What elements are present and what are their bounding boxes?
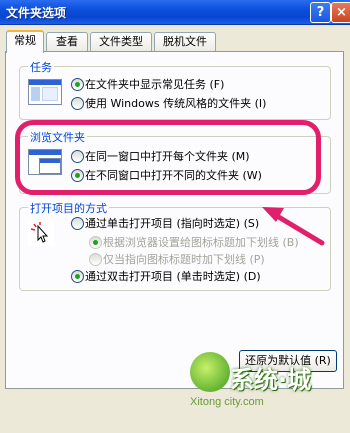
classic-folders-radio[interactable] (71, 97, 84, 110)
help-button[interactable]: ? (310, 2, 331, 23)
window-title: 文件夹选项 (6, 6, 67, 20)
tab-file-types[interactable]: 文件类型 (90, 32, 152, 51)
pointer-click-icon (28, 220, 54, 246)
single-click-label[interactable]: 通过单击打开项目 (指向时选定) (S) (85, 215, 259, 231)
annotation-highlight (15, 120, 321, 195)
tasks-group-title: 任务 (28, 59, 54, 75)
tab-general[interactable]: 常规 (6, 30, 44, 53)
underline-browser-label: 根据浏览器设置给图标标题加下划线 (B) (103, 236, 299, 249)
click-items-group: 打开项目的方式 通过单击打开项目 (指向时选定) (S) 根据浏览器设置给图标标… (19, 200, 331, 291)
watermark-url: Xitong city.com (190, 396, 264, 408)
underline-browser-radio (89, 236, 102, 249)
tab-view[interactable]: 查看 (46, 32, 88, 51)
tasks-group: 任务 在文件夹中显示常见任务 (F) 使用 Windows 传统风格的文件夹 (… (19, 59, 331, 120)
tab-panel-general: 任务 在文件夹中显示常见任务 (F) 使用 Windows 传统风格的文件夹 (… (5, 51, 344, 389)
underline-point-label: 仅当指向图标标题时加下划线 (P) (103, 253, 265, 266)
double-click-radio[interactable] (71, 270, 84, 283)
classic-folders-label[interactable]: 使用 Windows 传统风格的文件夹 (I) (85, 95, 266, 111)
show-common-tasks-radio[interactable] (71, 78, 84, 91)
watermark-text: 系统·城 (230, 366, 312, 394)
close-button[interactable]: × (331, 2, 350, 23)
title-bar: 文件夹选项 ? × (0, 0, 350, 25)
watermark: 系统·城 Xitong city.com (190, 352, 350, 433)
underline-point-radio (89, 253, 102, 266)
single-click-radio[interactable] (71, 217, 84, 230)
double-click-label[interactable]: 通过双击打开项目 (单击时选定) (D) (85, 268, 261, 284)
click-items-group-title: 打开项目的方式 (28, 200, 109, 216)
tab-offline-files[interactable]: 脱机文件 (154, 32, 216, 51)
watermark-logo-icon (190, 352, 230, 392)
show-common-tasks-label[interactable]: 在文件夹中显示常见任务 (F) (85, 76, 224, 92)
tasks-preview-icon (28, 79, 62, 105)
